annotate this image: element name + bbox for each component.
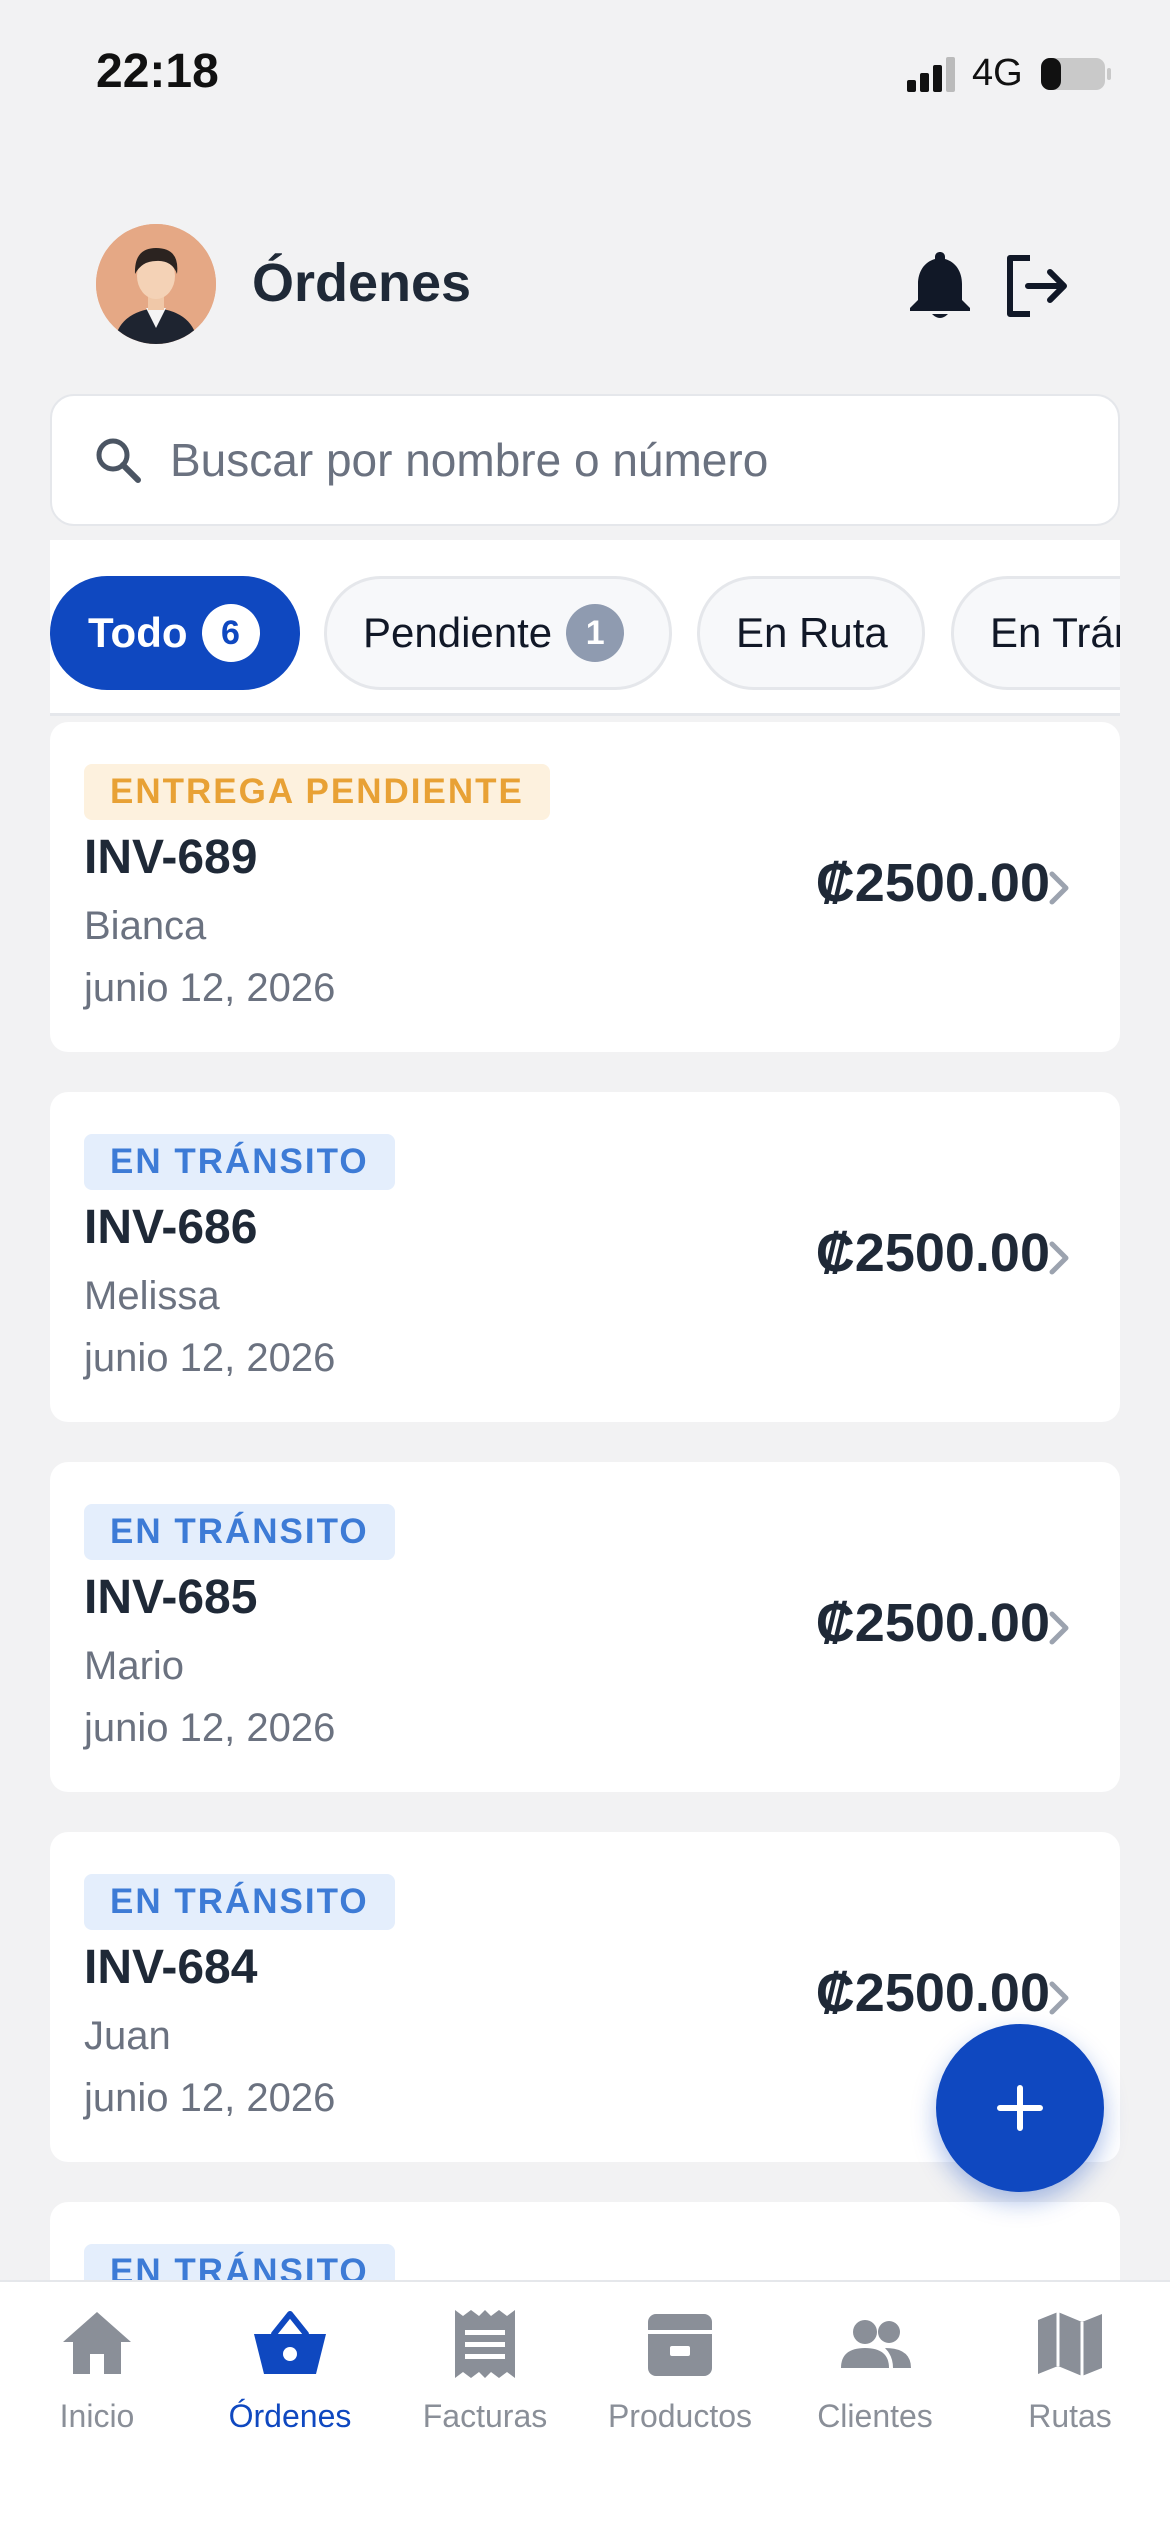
status-badge: ENTREGA PENDIENTE bbox=[84, 764, 550, 820]
order-card[interactable]: EN TRÁNSITO INV-685 Mario junio 12, 2026… bbox=[50, 1462, 1120, 1792]
nav-item-productos[interactable]: Productos bbox=[585, 2304, 775, 2454]
nav-item-facturas[interactable]: Facturas bbox=[390, 2304, 580, 2454]
order-card[interactable]: EN TRÁNSITO bbox=[50, 2202, 1120, 2280]
nav-item-inicio[interactable]: Inicio bbox=[2, 2304, 192, 2454]
order-date: junio 12, 2026 bbox=[84, 966, 336, 1010]
nav-label: Productos bbox=[607, 2398, 753, 2434]
logout-icon[interactable] bbox=[1000, 250, 1072, 322]
order-card[interactable]: ENTREGA PENDIENTE INV-689 Bianca junio 1… bbox=[50, 722, 1120, 1052]
order-amount: ₡2500.00 bbox=[815, 1593, 1050, 1653]
basket-icon bbox=[254, 2311, 326, 2374]
order-number: INV-689 bbox=[84, 831, 258, 884]
filter-chip-pendiente[interactable]: Pendiente 1 bbox=[324, 576, 672, 690]
order-amount: ₡2500.00 bbox=[815, 853, 1050, 913]
chevron-right-icon bbox=[1049, 871, 1069, 905]
filter-chip-todo[interactable]: Todo 6 bbox=[50, 576, 300, 690]
order-number: INV-684 bbox=[84, 1941, 258, 1994]
people-icon bbox=[841, 2320, 911, 2368]
plus-icon bbox=[997, 2085, 1043, 2131]
filter-chip-en-ruta[interactable]: En Ruta bbox=[697, 576, 925, 690]
status-bar: 22:18 4G bbox=[0, 0, 1170, 150]
order-client: Melissa bbox=[84, 1274, 220, 1318]
home-icon bbox=[63, 2312, 131, 2374]
filter-label: En Tránsito bbox=[990, 609, 1120, 656]
avatar[interactable] bbox=[96, 224, 216, 344]
order-number: INV-685 bbox=[84, 1571, 258, 1624]
order-client: Bianca bbox=[84, 904, 207, 948]
battery-icon bbox=[1041, 58, 1111, 90]
search-input[interactable] bbox=[170, 396, 1090, 524]
app-header: Órdenes bbox=[0, 220, 1170, 350]
status-badge: EN TRÁNSITO bbox=[84, 2244, 395, 2280]
nav-label: Rutas bbox=[1028, 2398, 1112, 2434]
map-icon bbox=[1038, 2312, 1102, 2376]
search-icon bbox=[96, 438, 141, 483]
filter-chip-en-transito[interactable]: En Tránsito bbox=[951, 576, 1120, 690]
add-order-button[interactable] bbox=[936, 2024, 1104, 2192]
status-badge: EN TRÁNSITO bbox=[84, 1504, 395, 1560]
status-badge: EN TRÁNSITO bbox=[84, 1874, 395, 1930]
order-amount: ₡2500.00 bbox=[815, 1223, 1050, 1283]
order-card[interactable]: EN TRÁNSITO INV-686 Melissa junio 12, 20… bbox=[50, 1092, 1120, 1422]
nav-label: Clientes bbox=[817, 2398, 933, 2434]
order-amount: ₡2500.00 bbox=[815, 1963, 1050, 2023]
nav-item-clientes[interactable]: Clientes bbox=[780, 2304, 970, 2454]
filter-count-badge: 6 bbox=[201, 604, 260, 662]
receipt-icon bbox=[455, 2310, 515, 2378]
chevron-right-icon bbox=[1049, 1611, 1069, 1645]
avatar-image bbox=[96, 224, 216, 344]
box-icon bbox=[648, 2314, 712, 2376]
order-date: junio 12, 2026 bbox=[84, 1336, 336, 1380]
network-type: 4G bbox=[972, 52, 1023, 94]
page-title: Órdenes bbox=[252, 253, 472, 313]
status-badge: EN TRÁNSITO bbox=[84, 1134, 395, 1190]
nav-label: Inicio bbox=[59, 2398, 135, 2434]
bell-icon[interactable] bbox=[904, 248, 976, 322]
bottom-nav: Inicio Órdenes Facturas Productos Client… bbox=[0, 2280, 1170, 2532]
order-date: junio 12, 2026 bbox=[84, 2076, 336, 2120]
nav-item-rutas[interactable]: Rutas bbox=[975, 2304, 1165, 2454]
order-date: junio 12, 2026 bbox=[84, 1706, 336, 1750]
chevron-right-icon bbox=[1049, 1981, 1069, 2015]
signal-icon bbox=[907, 57, 955, 92]
order-client: Mario bbox=[84, 1644, 185, 1688]
nav-label: Órdenes bbox=[228, 2398, 352, 2434]
filter-tabs: Todo 6 Pendiente 1 En Ruta En Tránsito bbox=[50, 540, 1120, 716]
nav-label: Facturas bbox=[422, 2398, 548, 2434]
order-number: INV-686 bbox=[84, 1201, 258, 1254]
filter-label: Pendiente bbox=[363, 609, 553, 656]
nav-item-ordenes[interactable]: Órdenes bbox=[195, 2304, 385, 2454]
order-client: Juan bbox=[84, 2014, 171, 2058]
filter-label: Todo bbox=[88, 609, 188, 656]
filter-count-badge: 1 bbox=[566, 604, 625, 662]
filter-label: En Ruta bbox=[736, 609, 888, 656]
status-time: 22:18 bbox=[96, 45, 219, 98]
chevron-right-icon bbox=[1049, 1241, 1069, 1275]
search-bar[interactable] bbox=[50, 394, 1120, 526]
